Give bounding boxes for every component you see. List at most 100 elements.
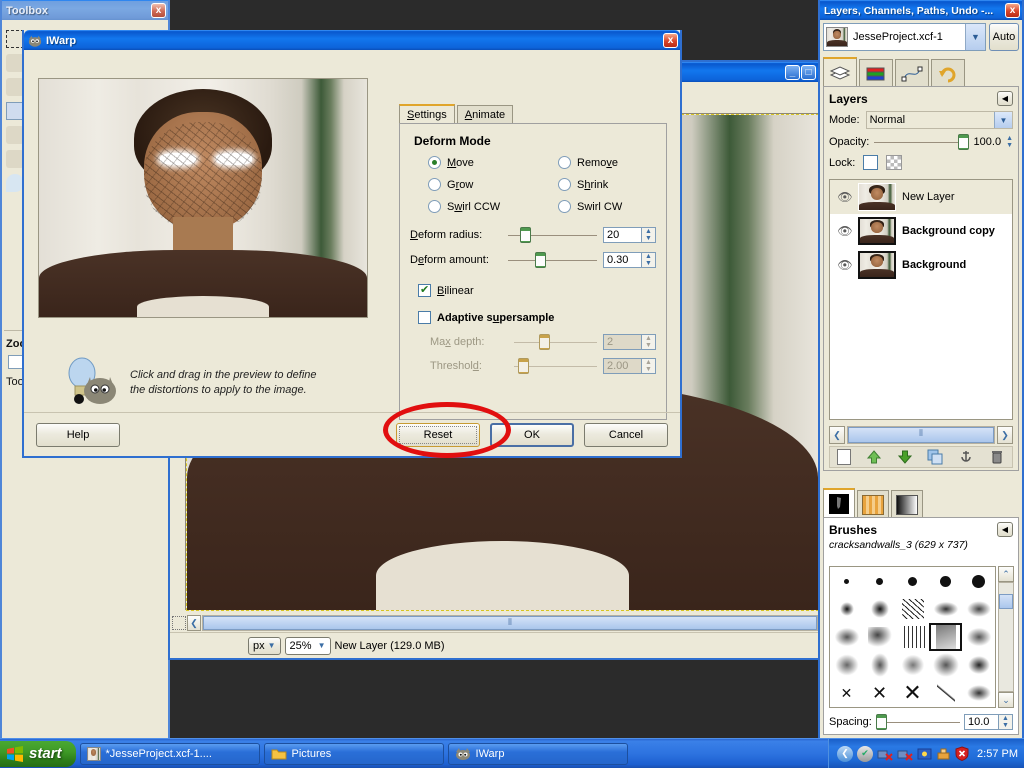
radio-shrink-indicator[interactable] bbox=[558, 178, 571, 191]
deform-radius-input[interactable] bbox=[603, 227, 641, 243]
spin-up-icon[interactable]: ▲ bbox=[999, 715, 1012, 722]
media-icon[interactable]: ✔ bbox=[857, 745, 874, 762]
layer-lock-row[interactable]: Lock: bbox=[829, 155, 1013, 170]
chevron-down-icon[interactable]: ▼ bbox=[994, 112, 1012, 128]
deform-radius-thumb[interactable] bbox=[519, 227, 531, 243]
layer-opacity-slider[interactable] bbox=[874, 134, 969, 150]
brush-cell[interactable] bbox=[830, 651, 863, 679]
radio-move[interactable]: Move bbox=[428, 156, 558, 169]
layer-hscroll-thumb[interactable]: ⦀ bbox=[848, 427, 994, 443]
brush-spacing-arrows[interactable]: ▲ ▼ bbox=[998, 714, 1013, 730]
iwarp-window-buttons[interactable]: x bbox=[663, 33, 678, 48]
image-combo[interactable]: JesseProject.xcf-1 ▼ bbox=[823, 23, 986, 51]
layer-opacity-thumb[interactable] bbox=[957, 134, 969, 150]
layer-hscroll-track[interactable]: ⦀ bbox=[847, 426, 995, 444]
gradients-tab[interactable] bbox=[891, 490, 923, 518]
dock-image-selector[interactable]: JesseProject.xcf-1 ▼ Auto bbox=[823, 23, 1019, 51]
adaptive-supersample-checkbox[interactable]: Adaptive supersample bbox=[418, 311, 656, 324]
dock-window-buttons[interactable]: x bbox=[1005, 3, 1020, 18]
brush-spacing-slider[interactable] bbox=[875, 714, 960, 730]
brush-vscroll-track[interactable] bbox=[998, 582, 1014, 692]
ok-button[interactable]: OK bbox=[490, 422, 574, 447]
security-alert-icon[interactable] bbox=[955, 746, 969, 761]
spin-up-icon[interactable]: ▲ bbox=[642, 228, 655, 235]
brush-grid-vscrollbar[interactable]: ⌃ ⌄ bbox=[998, 566, 1014, 708]
deform-amount-slider[interactable] bbox=[508, 252, 597, 268]
help-button[interactable]: Help bbox=[36, 422, 120, 447]
iwarp-action-area[interactable]: Help Reset OK Cancel bbox=[24, 412, 680, 456]
tab-animate[interactable]: Animate bbox=[456, 105, 514, 124]
brushes-tab-strip[interactable]: + bbox=[823, 486, 1019, 518]
lock-alpha-icon[interactable] bbox=[886, 155, 903, 170]
taskbar-item-jesseproject[interactable]: *JesseProject.xcf-1.... bbox=[79, 742, 260, 765]
layers-menu-button[interactable]: ◀ bbox=[997, 91, 1013, 106]
quickmask-toggle-icon[interactable] bbox=[172, 616, 186, 630]
network-disconnected-icon[interactable] bbox=[877, 747, 893, 761]
layer-list-hscrollbar[interactable]: ❮ ⦀ ❯ bbox=[829, 426, 1013, 444]
spin-down-icon[interactable]: ▼ bbox=[999, 722, 1012, 729]
brush-cell[interactable] bbox=[863, 595, 896, 623]
deform-mode-group[interactable]: Move Remove Grow Shrink Swirl CCW Swirl … bbox=[410, 156, 656, 213]
brush-cell[interactable] bbox=[896, 595, 929, 623]
radio-remove[interactable]: Remove bbox=[558, 156, 656, 169]
layer-name[interactable]: Background copy bbox=[902, 225, 995, 237]
radio-swirl-ccw-indicator[interactable] bbox=[428, 200, 441, 213]
deform-amount-thumb[interactable] bbox=[534, 252, 546, 268]
brush-cell[interactable] bbox=[896, 623, 929, 651]
brush-cell[interactable] bbox=[929, 679, 962, 707]
canvas-hscrollbar[interactable]: ❮ ⦀ bbox=[170, 614, 818, 632]
new-layer-icon[interactable] bbox=[837, 449, 852, 465]
brush-cell[interactable] bbox=[962, 623, 995, 651]
show-desktop-icon[interactable]: ❮ bbox=[837, 745, 854, 762]
brush-cell[interactable] bbox=[830, 567, 863, 595]
toolbox-window-buttons[interactable]: x bbox=[151, 3, 166, 18]
brush-cell[interactable]: ✕ bbox=[830, 679, 863, 707]
bilinear-checkbox[interactable]: Bilinear bbox=[418, 283, 656, 297]
tab-settings[interactable]: Settings bbox=[399, 104, 455, 124]
opacity-spin-icon[interactable]: ▲ ▼ bbox=[1006, 135, 1013, 149]
scroll-left-button[interactable]: ❮ bbox=[829, 426, 845, 444]
brush-cell[interactable]: ✕ bbox=[896, 679, 929, 707]
brush-spacing-thumb[interactable] bbox=[875, 714, 887, 730]
close-icon[interactable]: x bbox=[663, 33, 678, 48]
lower-layer-icon[interactable] bbox=[897, 449, 913, 465]
table-row[interactable]: 👁 New Layer bbox=[830, 180, 1012, 214]
start-button[interactable]: start bbox=[0, 740, 76, 767]
adaptive-supersample-check-indicator[interactable] bbox=[418, 311, 431, 324]
lock-alpha-checkbox[interactable] bbox=[863, 155, 879, 170]
maximize-icon[interactable]: □ bbox=[801, 65, 816, 80]
raise-layer-icon[interactable] bbox=[866, 449, 882, 465]
eye-icon[interactable]: 👁 bbox=[832, 258, 858, 272]
brush-cell[interactable] bbox=[962, 679, 995, 707]
cancel-button[interactable]: Cancel bbox=[584, 422, 668, 447]
brushes-tab[interactable]: + bbox=[823, 488, 855, 518]
deform-radius-row[interactable]: Deform radius: ▲▼ bbox=[410, 227, 656, 243]
anchor-layer-icon[interactable] bbox=[958, 449, 974, 465]
channels-tab[interactable] bbox=[859, 59, 893, 87]
deform-amount-spinner[interactable]: ▲▼ bbox=[603, 252, 656, 268]
iwarp-preview[interactable] bbox=[38, 78, 368, 318]
radio-grow[interactable]: Grow bbox=[428, 178, 558, 191]
deform-amount-row[interactable]: Deform amount: ▲▼ bbox=[410, 252, 656, 268]
taskbar-clock[interactable]: 2:57 PM bbox=[977, 748, 1018, 760]
radio-swirl-cw-indicator[interactable] bbox=[558, 200, 571, 213]
brush-cell[interactable] bbox=[863, 623, 896, 651]
auto-button[interactable]: Auto bbox=[989, 23, 1019, 51]
spin-down-icon[interactable]: ▼ bbox=[642, 235, 655, 242]
iwarp-dialog[interactable]: IWarp x Click and drag in the preview to… bbox=[22, 30, 682, 458]
deform-radius-spinner[interactable]: ▲▼ bbox=[603, 227, 656, 243]
layer-opacity-row[interactable]: Opacity: 100.0 ▲ ▼ bbox=[829, 134, 1013, 150]
hscroll-track[interactable]: ⦀ bbox=[202, 615, 818, 631]
radio-remove-indicator[interactable] bbox=[558, 156, 571, 169]
zoom-selector[interactable]: 25% ▼ bbox=[284, 636, 331, 655]
image-window-buttons[interactable]: _ □ bbox=[785, 65, 816, 80]
iwarp-tab-strip[interactable]: Settings Animate bbox=[399, 102, 667, 124]
layers-toolbar[interactable] bbox=[829, 446, 1013, 468]
layers-tab[interactable] bbox=[823, 57, 857, 87]
deform-amount-arrows[interactable]: ▲ ▼ bbox=[641, 252, 656, 268]
brush-cell[interactable] bbox=[962, 651, 995, 679]
close-icon[interactable]: x bbox=[151, 3, 166, 18]
brush-cell[interactable] bbox=[863, 567, 896, 595]
deform-radius-slider[interactable] bbox=[508, 227, 597, 243]
taskbar-item-iwarp[interactable]: IWarp bbox=[447, 742, 628, 765]
